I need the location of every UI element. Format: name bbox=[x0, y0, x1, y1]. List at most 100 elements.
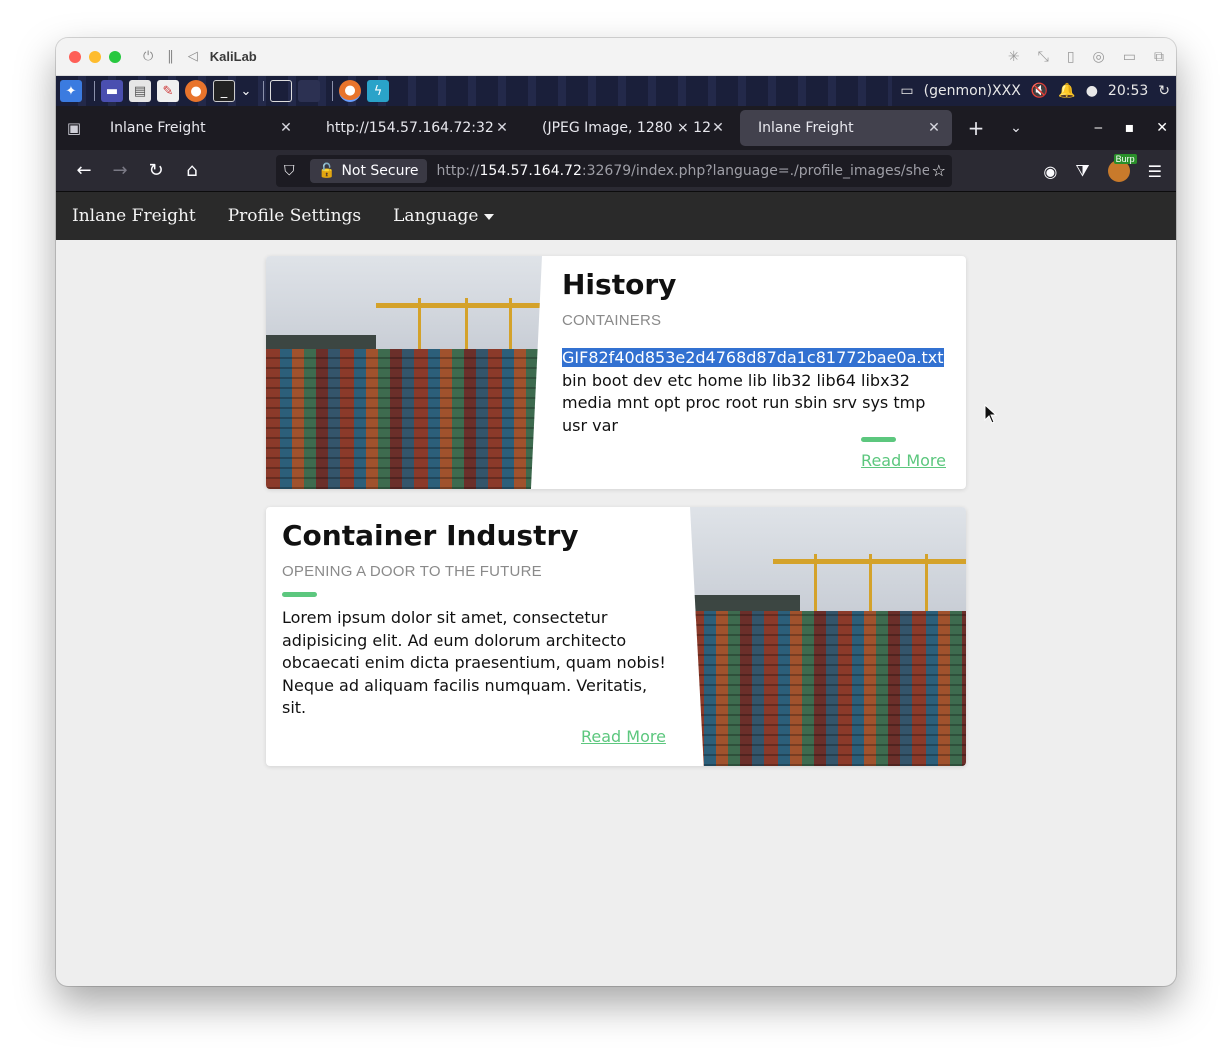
card-title: Container Industry bbox=[282, 519, 579, 552]
tab-jpeg-image[interactable]: (JPEG Image, 1280 × 1280 pi ✕ bbox=[524, 110, 736, 146]
close-icon[interactable]: ✕ bbox=[710, 120, 726, 136]
brightness-icon[interactable]: ✳ bbox=[1008, 49, 1020, 65]
desktop-icon[interactable]: ▬ bbox=[101, 80, 123, 102]
read-more-link[interactable]: Read More bbox=[861, 451, 946, 470]
tab-label: Inlane Freight bbox=[110, 120, 206, 136]
files-icon[interactable]: ▤ bbox=[129, 80, 151, 102]
profile-settings-link[interactable]: Profile Settings bbox=[228, 206, 361, 226]
tab-groups-icon[interactable]: ▣ bbox=[56, 106, 92, 150]
network-icon[interactable]: ◎ bbox=[1093, 49, 1105, 65]
bell-icon[interactable]: 🔔 bbox=[1058, 83, 1075, 99]
brand-link[interactable]: Inlane Freight bbox=[72, 206, 196, 226]
lock-icon: 🔓 bbox=[318, 162, 336, 179]
accent-bar bbox=[282, 592, 317, 597]
language-dropdown[interactable]: Language bbox=[393, 206, 495, 226]
read-more-link[interactable]: Read More bbox=[581, 727, 666, 746]
power-icon[interactable]: ⏻ bbox=[143, 49, 153, 64]
window-controls: ‒ ▪ ✕ bbox=[1094, 106, 1168, 150]
editor-icon[interactable]: ✎ bbox=[157, 80, 179, 102]
card-title: History bbox=[562, 268, 677, 301]
kali-menu-icon[interactable]: ✦ bbox=[60, 80, 82, 102]
resize-icon[interactable]: ⤡ bbox=[1038, 49, 1049, 65]
close-window-icon[interactable]: ✕ bbox=[1156, 120, 1168, 136]
account-icon[interactable]: ◉ bbox=[1043, 162, 1057, 181]
genmon-status: (genmon)XXX bbox=[923, 83, 1021, 99]
taskbar-tray: ▭ (genmon)XXX 🔇 🔔 ● 20:53 ↻ bbox=[892, 76, 1170, 106]
page-content: History CONTAINERS GIF82f40d853e2d4768d8… bbox=[56, 240, 1176, 986]
close-icon[interactable]: ✕ bbox=[278, 120, 294, 136]
close-icon[interactable]: ✕ bbox=[494, 120, 510, 136]
close-window-button[interactable] bbox=[69, 50, 81, 63]
mute-icon[interactable]: 🔇 bbox=[1031, 83, 1048, 99]
mac-title-bar: ⏻ ‖ ◁ KaliLab ✳ ⤡ ▯ ◎ ▭ ⧉ bbox=[56, 38, 1176, 76]
language-label: Language bbox=[393, 206, 479, 226]
card-subtitle: CONTAINERS bbox=[562, 312, 662, 329]
bookmark-star-icon[interactable]: ☆ bbox=[932, 161, 946, 180]
shield-icon[interactable]: ⛉ bbox=[284, 163, 306, 179]
url-text[interactable]: http://154.57.164.72:32679/index.php?lan… bbox=[437, 163, 929, 179]
container-industry-card-body: Container Industry OPENING A DOOR TO THE… bbox=[282, 519, 672, 720]
url-rest: :32679/index.php?language=./profile_imag… bbox=[581, 162, 929, 179]
workspace-icon[interactable] bbox=[270, 80, 292, 102]
app-window-icon[interactable]: ϟ bbox=[367, 80, 389, 102]
tab-ip-address[interactable]: http://154.57.164.72:32679/ ✕ bbox=[308, 110, 520, 146]
firefox-window-icon[interactable]: ● bbox=[339, 80, 361, 102]
caret-down-icon bbox=[484, 213, 495, 220]
tab-label: http://154.57.164.72:32679/ bbox=[326, 120, 494, 136]
browser-window: ⏻ ‖ ◁ KaliLab ✳ ⤡ ▯ ◎ ▭ ⧉ ✦ ▬ ▤ ✎ ● _ ⌄ … bbox=[56, 38, 1176, 986]
windows-icon[interactable]: ⧉ bbox=[1154, 49, 1164, 65]
folder-icon[interactable]: ▭ bbox=[1123, 49, 1136, 65]
vm-title: KaliLab bbox=[209, 49, 257, 64]
clock: 20:53 bbox=[1107, 83, 1149, 99]
list-tabs-button[interactable]: ⌄ bbox=[996, 120, 1036, 136]
browser-navbar: ← → ↻ ⌂ ⛉ 🔓 Not Secure http://154.57.164… bbox=[56, 150, 1176, 192]
tab-label: (JPEG Image, 1280 × 1280 pi bbox=[542, 120, 710, 136]
taskbar-separator bbox=[94, 81, 95, 101]
close-icon[interactable]: ✕ bbox=[926, 120, 942, 136]
site-navbar: Inlane Freight Profile Settings Language bbox=[56, 192, 1176, 240]
history-card: History CONTAINERS GIF82f40d853e2d4768d8… bbox=[266, 256, 966, 489]
card-subtitle: OPENING A DOOR TO THE FUTURE bbox=[282, 563, 542, 580]
firefox-launcher-icon[interactable]: ● bbox=[185, 80, 207, 102]
maximize-icon[interactable]: ▪ bbox=[1125, 120, 1135, 136]
pause-icon[interactable]: ‖ bbox=[167, 49, 174, 64]
refresh-icon[interactable]: ↻ bbox=[1158, 83, 1170, 99]
mouse-cursor-icon bbox=[984, 404, 998, 424]
back-triangle-icon[interactable]: ◁ bbox=[188, 49, 198, 64]
burp-extension-icon[interactable]: Burp bbox=[1107, 154, 1137, 182]
zoom-window-button[interactable] bbox=[109, 50, 121, 63]
extensions-icon[interactable]: ⧩ bbox=[1075, 161, 1089, 181]
new-tab-button[interactable]: + bbox=[956, 116, 996, 140]
back-button[interactable]: ← bbox=[68, 155, 100, 187]
selected-text: GIF82f40d853e2d4768d87da1c81772bae0a.txt bbox=[562, 348, 944, 367]
tab-strip: ▣ Inlane Freight ✕ http://154.57.164.72:… bbox=[56, 106, 1176, 150]
card-text: GIF82f40d853e2d4768d87da1c81772bae0a.txt… bbox=[562, 347, 952, 437]
url-bar[interactable]: ⛉ 🔓 Not Secure http://154.57.164.72:3267… bbox=[276, 154, 952, 187]
browser-toolbar-right: ◉ ⧩ Burp ☰ bbox=[1043, 150, 1162, 192]
container-port-image bbox=[690, 507, 966, 766]
taskbar-separator bbox=[332, 81, 333, 101]
tab-inlane-freight[interactable]: Inlane Freight ✕ bbox=[92, 110, 304, 146]
monitor-icon[interactable]: ▭ bbox=[900, 83, 913, 99]
reload-button[interactable]: ↻ bbox=[140, 155, 172, 187]
home-button[interactable]: ⌂ bbox=[176, 155, 208, 187]
tab-inlane-freight-active[interactable]: Inlane Freight ✕ bbox=[740, 110, 952, 146]
security-indicator[interactable]: 🔓 Not Secure bbox=[310, 158, 427, 183]
chevron-down-icon[interactable]: ⌄ bbox=[241, 80, 252, 102]
accent-bar bbox=[861, 437, 896, 442]
minimize-icon[interactable]: ‒ bbox=[1094, 120, 1103, 136]
tab-label: Inlane Freight bbox=[758, 120, 854, 136]
taskbar-separator bbox=[263, 81, 264, 101]
usb-icon[interactable]: ▯ bbox=[1067, 49, 1075, 65]
minimize-window-button[interactable] bbox=[89, 50, 101, 63]
terminal-icon[interactable]: _ bbox=[213, 80, 235, 102]
workspace-2-icon[interactable] bbox=[298, 80, 320, 102]
update-icon[interactable]: ● bbox=[1086, 83, 1098, 99]
card-text: Lorem ipsum dolor sit amet, consectetur … bbox=[282, 608, 666, 717]
security-label: Not Secure bbox=[341, 162, 419, 179]
container-industry-card: Container Industry OPENING A DOOR TO THE… bbox=[266, 507, 966, 766]
container-port-image bbox=[266, 256, 542, 489]
menu-icon[interactable]: ☰ bbox=[1148, 162, 1162, 181]
forward-button[interactable]: → bbox=[104, 155, 136, 187]
history-card-body: History CONTAINERS GIF82f40d853e2d4768d8… bbox=[562, 268, 952, 437]
